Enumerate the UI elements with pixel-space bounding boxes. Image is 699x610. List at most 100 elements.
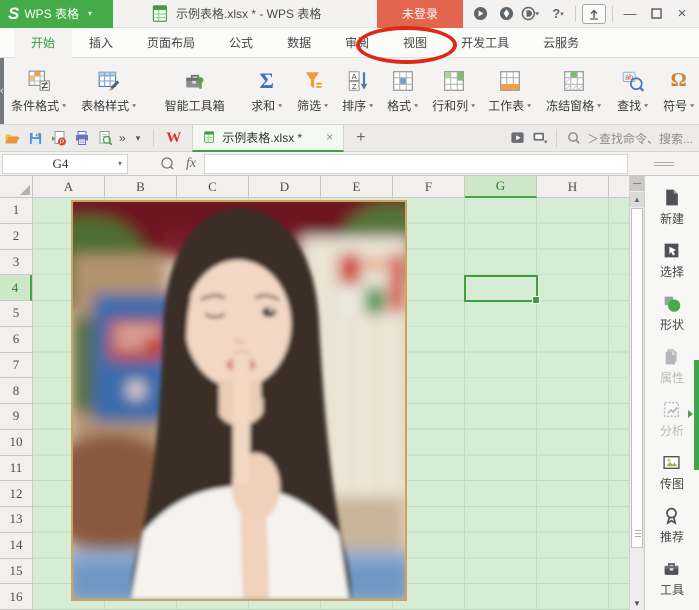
format-button[interactable]: 格式 ▾ [380, 62, 426, 122]
find-button[interactable]: ab 查找 ▾ [610, 62, 656, 122]
row-header-15[interactable]: 15 [0, 559, 32, 585]
docer-dropdown-icon[interactable] [521, 4, 543, 24]
row-header-11[interactable]: 11 [0, 456, 32, 482]
document-tab[interactable]: 示例表格.xlsx * × [192, 124, 345, 152]
print-icon[interactable] [71, 127, 92, 149]
insert-function-fx[interactable]: fx [178, 156, 204, 172]
button-label: 格式 [387, 99, 412, 113]
customize-toolbar-dropdown-icon[interactable]: ▾ [128, 133, 149, 144]
row-header-14[interactable]: 14 [0, 533, 32, 559]
open-folder-icon[interactable] [2, 127, 23, 149]
select-all-corner[interactable] [0, 176, 33, 198]
wps-logo-label: WPS 表格 [24, 7, 80, 21]
scrollbar-thumb[interactable] [631, 208, 643, 548]
column-header-C[interactable]: C [177, 176, 249, 198]
tab-insert[interactable]: 插入 [72, 28, 130, 58]
close-tab-icon[interactable]: × [326, 130, 333, 144]
login-button[interactable]: 未登录 [377, 0, 463, 28]
formula-bar-expand-handle[interactable] [628, 161, 699, 166]
row-header-10[interactable]: 10 [0, 430, 32, 456]
conditional-format-button[interactable]: 条件格式 ▾ [6, 62, 72, 122]
restore-up-icon[interactable] [582, 3, 606, 24]
sidebar-item-recommend[interactable]: 推荐 [660, 506, 684, 545]
tab-formulas[interactable]: 公式 [212, 28, 270, 58]
vertical-scrollbar[interactable]: ▲ ▼ [629, 176, 644, 610]
sidebar-item-shape[interactable]: 形状 [660, 294, 684, 333]
cell-grid[interactable] [33, 198, 629, 610]
tab-page-layout[interactable]: 页面布局 [130, 28, 212, 58]
minimize-button[interactable]: — [619, 4, 641, 24]
svg-text:A: A [351, 72, 357, 81]
row-header-2[interactable]: 2 [0, 224, 32, 250]
search-command-placeholder[interactable]: ＞查找命令、搜索... [585, 130, 699, 147]
sidebar-item-select[interactable]: 选择 [660, 241, 684, 280]
row-header-5[interactable]: 5 [0, 301, 32, 327]
tab-cloud[interactable]: 云服务 [526, 28, 596, 58]
new-tab-button[interactable]: + [344, 129, 377, 147]
embedded-photo-girl-shushing[interactable] [71, 200, 407, 601]
rows-columns-button[interactable]: 行和列 ▾ [426, 62, 482, 122]
formula-input[interactable] [204, 153, 629, 174]
name-box[interactable]: G4 ▾ [2, 153, 128, 174]
task-pane-expand-handle[interactable] [688, 360, 699, 470]
member-play-icon[interactable] [469, 4, 491, 24]
sidebar-item-analysis[interactable]: 分析 [660, 400, 684, 439]
sort-button[interactable]: AZ 排序 ▾ [336, 62, 380, 122]
column-header-H[interactable]: H [537, 176, 609, 198]
column-header-B[interactable]: B [105, 176, 177, 198]
more-commands-icon[interactable]: » [115, 131, 128, 145]
sidebar-item-upload-image[interactable]: 传图 [660, 453, 684, 492]
row-header-6[interactable]: 6 [0, 327, 32, 353]
row-header-3[interactable]: 3 [0, 250, 32, 276]
row-header-13[interactable]: 13 [0, 507, 32, 533]
search-icon[interactable] [564, 127, 585, 149]
worksheet-button[interactable]: 工作表 ▾ [482, 62, 538, 122]
skin-settings-icon[interactable] [495, 4, 517, 24]
column-header-F[interactable]: F [393, 176, 465, 198]
save-icon[interactable] [25, 127, 46, 149]
row-header-4[interactable]: 4 [0, 275, 32, 301]
print-preview-icon[interactable] [94, 127, 115, 149]
row-header-12[interactable]: 12 [0, 481, 32, 507]
help-dropdown-icon[interactable]: ? ▾ [547, 4, 569, 24]
tab-review[interactable]: 审阅 [328, 28, 386, 58]
chevron-down-icon: ▾ [88, 9, 93, 18]
column-header-D[interactable]: D [249, 176, 321, 198]
sidebar-item-tools[interactable]: 工具 [660, 559, 684, 598]
row-header-16[interactable]: 16 [0, 584, 32, 610]
selected-cell-G4[interactable] [464, 275, 540, 304]
sidebar-item-properties[interactable]: 属性 [660, 347, 684, 386]
scrollbar-split-handle[interactable] [630, 176, 644, 191]
tab-home[interactable]: 开始 [14, 27, 73, 58]
play-demo-icon[interactable] [507, 127, 528, 149]
row-header-7[interactable]: 7 [0, 353, 32, 379]
maximize-button[interactable] [645, 4, 667, 24]
close-button[interactable]: × [671, 4, 693, 24]
filter-button[interactable]: 筛选 ▾ [290, 62, 336, 122]
column-header-A[interactable]: A [33, 176, 105, 198]
search-function-icon[interactable] [156, 154, 178, 174]
column-header-E[interactable]: E [321, 176, 393, 198]
sidebar-item-new[interactable]: 新建 [660, 188, 684, 227]
switch-window-icon[interactable] [530, 127, 551, 149]
tab-developer[interactable]: 开发工具 [444, 28, 526, 58]
symbol-button[interactable]: Ω 符号 ▾ [656, 62, 699, 122]
table-style-button[interactable]: 表格样式 ▾ [72, 62, 146, 122]
wps-home-icon[interactable]: W [159, 130, 188, 147]
column-header-G[interactable]: G [465, 176, 537, 198]
scroll-up-arrow[interactable]: ▲ [630, 192, 644, 207]
smart-toolbox-button[interactable]: 智能工具箱 [154, 62, 236, 122]
tab-view[interactable]: 视图 [386, 28, 444, 58]
tab-data[interactable]: 数据 [270, 28, 328, 58]
scroll-down-arrow[interactable]: ▼ [630, 596, 644, 610]
export-pdf-icon[interactable]: P [48, 127, 69, 149]
row-header-9[interactable]: 9 [0, 404, 32, 430]
sum-button[interactable]: Σ 求和 ▾ [244, 62, 290, 122]
document-title: 示例表格.xlsx * - WPS 表格 [151, 4, 321, 23]
sidebar-item-label: 推荐 [659, 530, 684, 544]
row-header-8[interactable]: 8 [0, 378, 32, 404]
titlebar-icon-group: ? ▾ — × [463, 3, 699, 24]
wps-logo-menu[interactable]: S WPS 表格 ▾ [0, 0, 113, 28]
freeze-panes-button[interactable]: 冻结窗格 ▾ [538, 62, 610, 122]
row-header-1[interactable]: 1 [0, 198, 32, 224]
